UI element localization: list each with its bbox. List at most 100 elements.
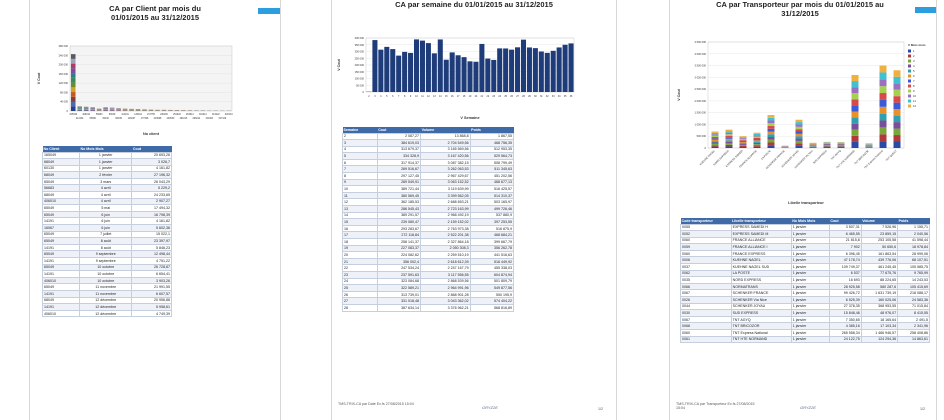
table-cell: 406010 [41,309,81,318]
bar-segment [879,93,887,100]
table-row: 65049 7 juillet 15 022,1 [41,230,172,239]
table-row: 0062 LA POSTE 1 janvier 6 537 77 675,76 9 765… [680,269,930,278]
table-cell: 5 229,2 [131,184,172,193]
x-tick-label: 30 [534,95,537,98]
bar-segment [893,141,901,148]
bar-segment [851,117,859,124]
table-cell: 27 [342,297,378,305]
table-cell: 237 591,63 [376,270,422,279]
bar [390,49,396,92]
x-tick-label: 11 [421,95,424,98]
table-cell: 124 294,36 [860,335,899,344]
x-tick-label: 10 [415,95,418,98]
bar-segment [851,105,859,112]
bar-segment [753,146,761,148]
table-row: 406010 4 avril 2 907,27 [41,197,172,206]
page-footer: TMS-TRIX-CA par Date Ex.fs 27/08/2015 15… [338,402,414,406]
table-cell: 6 537 [828,269,862,278]
x-tick-label: 406010 [82,114,90,116]
table-row: 13 286 545,43 2 723 163,99 499 726,46 [342,205,515,213]
y-axis-label: V Cout [677,88,681,100]
table-row: 27 331 018,48 3 043 362,02 574 404,22 [342,297,515,305]
bar-segment [753,132,761,134]
table-cell: 380 569,45 [376,191,422,200]
table-cell: 4 751,22 [131,257,172,265]
table-cell: 313 679,37 [376,145,422,154]
x-tick-label: 15 [445,95,448,98]
table-row: 12 362 185,53 2 688 653,21 503 165,97 [342,198,515,207]
table-cell: 0035 [680,276,732,284]
table-cell: 13 [342,205,378,213]
table-cell: 6 juin [79,217,133,226]
table-row: 3 384 619,03 2 704 549,56 468 756,35 [342,139,515,147]
table-cell: 3 376 962,21 [420,303,471,312]
table-cell: 0066 [680,282,732,291]
bar-segment [823,142,831,144]
table-cell: 24 [342,277,378,286]
table-cell: 28 999,06 [897,249,930,258]
table-cell: 26 [342,290,378,299]
bar-segment [795,126,803,130]
bar-segment [70,82,76,88]
table-cell: 1 janvier [790,223,830,232]
table-cell: 0044 [680,302,732,311]
table-cell: 512 953,35 [469,145,515,154]
bar [408,52,414,92]
table-row: 0068 TNT BRICOZOR 1 janvier 4 385,16 17 103,… [680,322,930,330]
table-row: 68049 1 janvier 3 026,7 [41,158,172,166]
legend-label: 1 [913,49,915,53]
table-cell: 2 704 549,56 [420,139,471,147]
table-cell: 2 688 653,21 [420,198,471,207]
table-cell: 13 868,8 [420,132,471,141]
bar-segment [767,117,775,121]
table-cell: 15 022,1 [131,230,172,239]
x-tick-label: 56683 [96,114,103,116]
table-cell: 0061 [680,335,732,344]
bar-segment [725,138,733,141]
table-cell: 10 octobre [79,263,133,272]
y-tick-label: 120 000 [59,81,69,85]
table-row: 65049 3 mars 26 043,29 [41,177,172,186]
table-cell: 501 809,79 [469,277,515,286]
legend-label: 5 [913,69,915,73]
table-cell: 16 798,39 [131,210,172,219]
x-axis-label: Libelle transporteur [788,201,824,205]
bar-segment [725,131,733,133]
table-cell: 514 310,37 [469,191,515,200]
table-cell: FRANCE ALLIANCE [730,236,792,245]
table-cell: 0060 [680,249,732,258]
table-cell: 10 octobre [79,270,133,278]
brand-logo: GRYZ2E [482,405,498,410]
table-cell: 109 749,37 [828,263,862,271]
table-row: 16 293 283,67 2 763 973,38 516 875,9 [342,224,515,233]
table-cell: 105 415,69 [897,282,930,291]
table-cell: 1 155,71 [897,223,930,232]
table-row: 22 087,27 13 868,8 1 867,55 [342,132,515,141]
table-cell: EXPRESS SAMEDI H [730,223,792,232]
bar-segment [70,54,76,59]
table-cell: 2 968 492,19 [420,211,471,220]
table-cell: SCHENKER Via Nice [730,296,792,304]
table-cell: 0030 [680,309,732,317]
table-cell: 17 103,34 [860,322,899,330]
bar [479,43,485,92]
bar-segment [725,129,733,132]
x-tick-label: SUD EXPRESS [812,149,828,165]
table-cell: 3 043 362,02 [420,297,471,305]
table-row: 19 227 083,37 2 050 308,3 356 262,78 [342,244,515,253]
table-cell: 387 634,14 [376,303,422,312]
table-row: 0067 SCHENKER FRANCE 1 janvier 99 426,72 1 6… [680,289,930,298]
table-cell: 8 août [79,243,133,252]
table-cell: 11 novembre [79,283,133,291]
y-tick-label: 4 500 000 [694,40,706,44]
x-tick-label: LA POSTE [760,149,772,161]
table-cell: 4 avril [79,184,133,193]
bar-segment [739,142,747,144]
table-cell: 5 [342,152,378,160]
table-row: 0060 FRANCE ALLIANCE 1 janvier 21 815,8 253 … [680,236,930,245]
table-row: 65049 11 novembre 21 991,55 [41,283,172,291]
table-cell: 604 874,94 [469,270,515,279]
table-cell: 15 [342,218,378,226]
bar-segment [795,145,803,148]
table-cell: 48 976,07 [860,309,899,317]
